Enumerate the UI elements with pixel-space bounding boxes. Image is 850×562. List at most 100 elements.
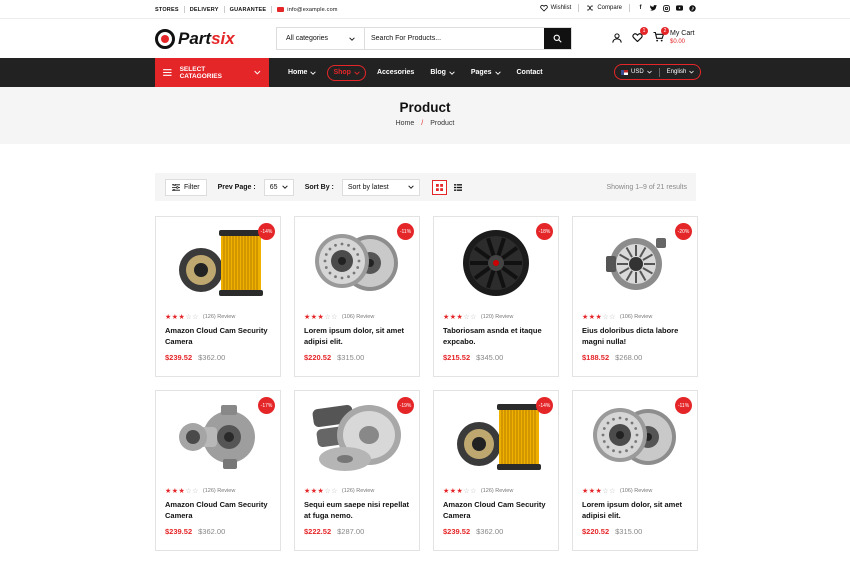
select-categories-button[interactable]: SELECT CATAGORIES: [155, 58, 269, 87]
product-name[interactable]: Sequi eum saepe nisi repellat at fuga ne…: [304, 500, 410, 521]
product-card[interactable]: -14% ★★★☆☆ (126) Review Amazon Cloud Cam…: [155, 216, 281, 377]
email-text: info@example.com: [287, 6, 338, 13]
email-link[interactable]: info@example.com: [277, 7, 337, 13]
grid-icon: [435, 183, 443, 191]
guarantee-link[interactable]: GUARANTEE: [230, 7, 267, 13]
search-category-select[interactable]: All categories: [277, 28, 365, 49]
stores-link[interactable]: STORES: [155, 7, 179, 13]
breadcrumb: Home / Product: [0, 120, 850, 127]
nav-item-accesories[interactable]: Accesories: [369, 65, 422, 81]
current-price: $239.52: [165, 353, 193, 362]
review-count: (126) Review: [202, 488, 236, 494]
cart-label: My Cart: [670, 30, 695, 37]
product-image-turbocharger[interactable]: [165, 391, 271, 483]
currency-select[interactable]: USD: [631, 69, 644, 75]
per-page-value: 65: [269, 183, 278, 191]
product-card[interactable]: -19% ★★★☆☆ (126) Review Sequi eum saepe …: [294, 390, 420, 551]
old-price: $362.00: [476, 527, 504, 536]
facebook-icon[interactable]: f: [637, 5, 644, 12]
discount-badge: -11%: [675, 397, 692, 414]
product-name[interactable]: Eius doloribus dicta labore magni nulla!: [582, 326, 688, 347]
product-price: $220.52 $315.00: [304, 353, 410, 362]
product-rating: ★★★☆☆ (126) Review: [165, 313, 271, 321]
nav-item-contact[interactable]: Contact: [509, 65, 551, 81]
page-banner: Product Home / Product: [0, 87, 850, 144]
product-rating: ★★★☆☆ (126) Review: [165, 487, 271, 495]
grid-view-button[interactable]: [431, 179, 447, 195]
product-name[interactable]: Amazon Cloud Cam Security Camera: [443, 500, 549, 521]
product-card[interactable]: -17% ★★★☆☆ (126) Review Amazon Cloud Cam…: [155, 390, 281, 551]
wishlist-button[interactable]: 1: [632, 27, 648, 44]
cart-summary[interactable]: My Cart $0.00: [670, 30, 695, 46]
nav-item-blog[interactable]: Blog: [422, 65, 463, 81]
star-rating-icons: ★★★☆☆: [443, 314, 477, 321]
discount-badge: -19%: [397, 397, 414, 414]
review-count: (126) Review: [202, 314, 236, 320]
product-image-wheel-rim[interactable]: [443, 217, 549, 309]
product-name[interactable]: Lorem ipsum dolor, sit amet adipisi elit…: [582, 500, 688, 521]
current-price: $222.52: [304, 527, 332, 536]
youtube-icon[interactable]: [676, 5, 683, 12]
search-button[interactable]: [544, 28, 571, 49]
product-image-alternator[interactable]: [582, 217, 688, 309]
filter-button[interactable]: Filter: [165, 178, 207, 196]
wishlist-count-badge: 1: [640, 27, 648, 35]
divider: [658, 67, 660, 77]
chevron-down-icon: [408, 185, 414, 189]
instagram-icon[interactable]: [663, 4, 670, 12]
search-icon: [553, 34, 562, 43]
chevron-down-icon: [281, 185, 288, 189]
discount-badge: -14%: [258, 223, 275, 240]
product-card[interactable]: -20% ★★★☆☆ (106) Review Eius doloribus d…: [572, 216, 698, 377]
compare-link[interactable]: Compare: [586, 4, 622, 12]
review-count: (126) Review: [480, 488, 514, 494]
logo[interactable]: Partsix: [155, 29, 235, 49]
product-rating: ★★★☆☆ (126) Review: [443, 487, 549, 495]
current-price: $215.52: [443, 353, 471, 362]
sort-select[interactable]: Sort by latest: [341, 178, 420, 196]
gear-logo-icon: [155, 29, 175, 49]
product-name[interactable]: Amazon Cloud Cam Security Camera: [165, 326, 271, 347]
language-select[interactable]: English: [667, 69, 687, 75]
menu-icon: [163, 69, 172, 76]
page-title: Product: [399, 100, 451, 115]
product-image-oil-filter[interactable]: [443, 391, 549, 483]
product-card[interactable]: -11% ★★★☆☆ (106) Review Lorem ipsum dolo…: [572, 390, 698, 551]
product-name[interactable]: Amazon Cloud Cam Security Camera: [165, 500, 271, 521]
divider: [183, 6, 185, 13]
star-rating-icons: ★★★☆☆: [443, 488, 477, 495]
main-header: Partsix All categories 1 2 My Cart $0.00: [0, 19, 850, 58]
product-image-brake-kit[interactable]: [304, 391, 410, 483]
product-image-oil-filter[interactable]: [165, 217, 271, 309]
per-page-select[interactable]: 65: [263, 178, 294, 196]
review-count: (106) Review: [619, 488, 653, 494]
cart-button[interactable]: 2: [653, 27, 669, 44]
product-image-brake-discs[interactable]: [304, 217, 410, 309]
star-rating-icons: ★★★☆☆: [582, 488, 616, 495]
old-price: $268.00: [615, 353, 643, 362]
nav-item-shop[interactable]: Shop: [327, 64, 366, 81]
product-card[interactable]: -14% ★★★☆☆ (126) Review Amazon Cloud Cam…: [433, 390, 559, 551]
nav-item-home[interactable]: Home: [280, 65, 324, 81]
chevron-down-icon: [689, 70, 695, 74]
top-bar: STORES DELIVERY GUARANTEE info@example.c…: [0, 0, 850, 19]
nav-item-pages[interactable]: Pages: [463, 65, 509, 81]
product-card[interactable]: -18% ★★★☆☆ (120) Review Taboriosam asnda…: [433, 216, 559, 377]
delivery-link[interactable]: DELIVERY: [190, 7, 219, 13]
per-page-label: Prev Page :: [217, 183, 256, 191]
discount-badge: -18%: [536, 223, 553, 240]
search-input[interactable]: [365, 28, 544, 49]
product-name[interactable]: Lorem ipsum dolor, sit amet adipisi elit…: [304, 326, 410, 347]
product-name[interactable]: Taboriosam asnda et itaque expcabo.: [443, 326, 549, 347]
product-card[interactable]: -11% ★★★☆☆ (106) Review Lorem ipsum dolo…: [294, 216, 420, 377]
product-price: $188.52 $268.00: [582, 353, 688, 362]
pinterest-icon[interactable]: [689, 4, 696, 12]
user-icon[interactable]: [612, 33, 622, 43]
old-price: $287.00: [337, 527, 365, 536]
list-view-button[interactable]: [451, 180, 466, 195]
wishlist-link[interactable]: Wishlist: [539, 4, 571, 12]
twitter-icon[interactable]: [650, 5, 657, 12]
product-image-brake-discs[interactable]: [582, 391, 688, 483]
breadcrumb-home[interactable]: Home: [396, 120, 415, 127]
us-flag-icon: [621, 69, 628, 75]
